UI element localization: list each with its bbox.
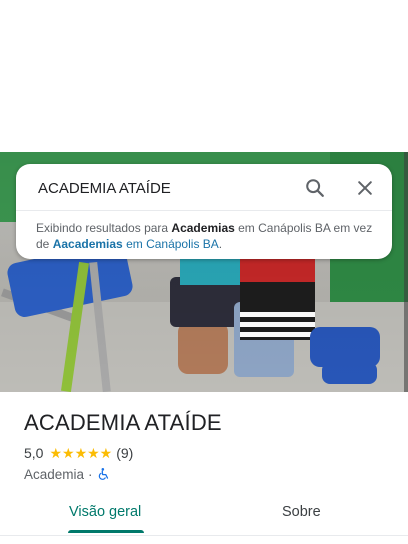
search-suggestion: Exibindo resultados para Academias em Ca… [36,220,376,252]
wheelchair-icon [97,467,111,481]
active-tab-indicator [68,530,144,533]
suggestion-suffix: . [218,237,223,251]
place-category: Academia [24,466,85,482]
search-input[interactable] [38,176,298,200]
scrollbar[interactable] [404,152,408,392]
search-icon [306,179,324,197]
place-tabs: Visão geral Sobre [0,496,408,536]
search-bar [16,164,392,211]
rating-value: 5,0 [24,445,44,461]
clear-search-button[interactable] [352,175,378,201]
search-original-link[interactable]: Aacademias em Canápolis BA [53,237,219,251]
suggestion-term: Academias [171,221,235,235]
close-icon [358,181,372,195]
tab-overview[interactable]: Visão geral [69,504,141,520]
category-row: Academia · [24,466,111,482]
suggestion-prefix: Exibindo resultados para [36,221,172,235]
review-count[interactable]: (9) [116,445,133,461]
tab-about[interactable]: Sobre [282,504,321,520]
separator-dot: · [88,466,93,482]
search-button[interactable] [302,175,328,201]
place-name: ACADEMIA ATAÍDE [24,410,222,435]
suggestion-original-term: Aacademias [52,237,123,251]
suggestion-location: em Canápolis BA [122,237,219,251]
rating-row[interactable]: 5,0 ★★★★★ (9) [24,444,133,462]
search-card: Exibindo resultados para Academias em Ca… [16,164,392,259]
rating-stars: ★★★★★ [49,444,113,461]
